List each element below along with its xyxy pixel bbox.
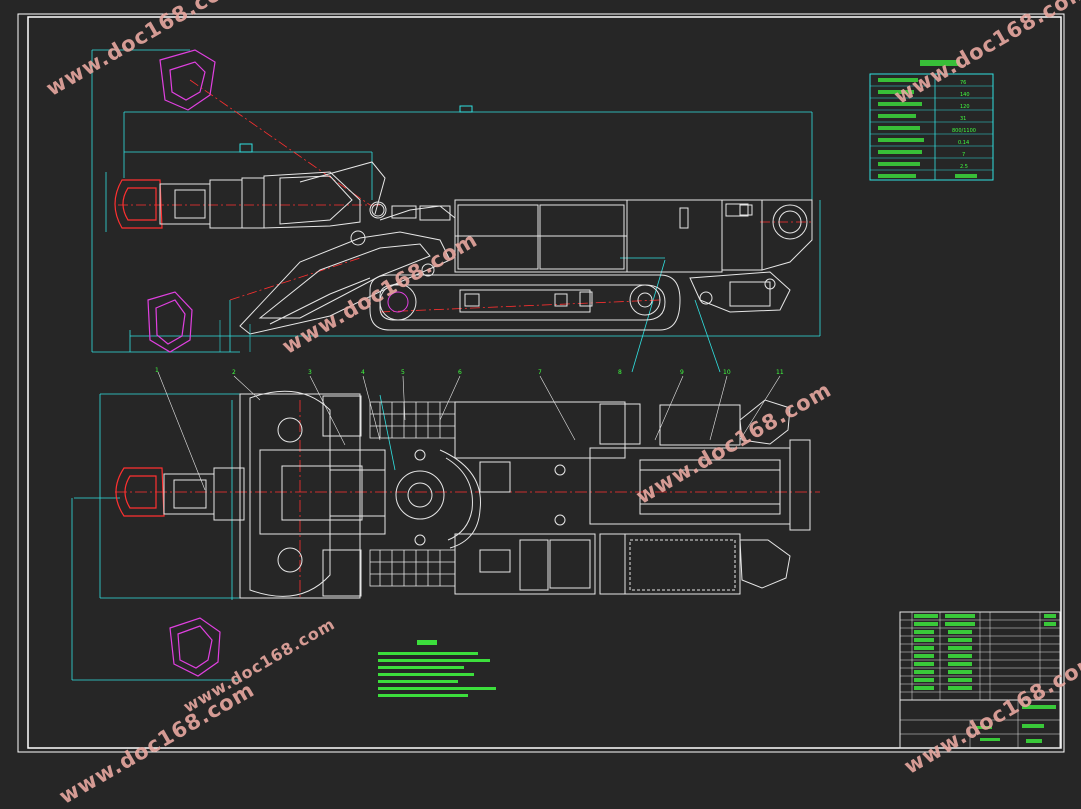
side-view [91, 49, 821, 373]
balloon-labels: 1 2 3 4 5 6 7 8 9 10 11 [155, 367, 784, 376]
technical-notes [378, 640, 496, 697]
param-value-8: 2.5 [960, 164, 968, 170]
svg-text:4: 4 [361, 369, 365, 376]
svg-text:7: 7 [538, 369, 542, 376]
svg-text:6: 6 [458, 369, 462, 376]
svg-text:11: 11 [776, 369, 784, 376]
svg-text:1: 1 [155, 367, 159, 374]
svg-text:10: 10 [723, 369, 731, 376]
param-value-5: 800/1100 [952, 128, 976, 134]
outer-frame [17, 13, 1065, 753]
svg-text:2: 2 [232, 369, 236, 376]
mechanical-drawing: 1 2 3 4 5 6 7 8 9 10 11 76 140 120 31 80… [17, 13, 1065, 753]
plan-view [71, 371, 820, 681]
svg-text:5: 5 [401, 369, 405, 376]
param-value-6: 0.14 [958, 140, 969, 146]
svg-text:3: 3 [308, 369, 312, 376]
param-value-1: 76 [960, 80, 966, 86]
svg-text:9: 9 [680, 369, 684, 376]
param-value-4: 31 [960, 116, 966, 122]
param-value-3: 120 [960, 104, 970, 110]
param-value-7: 7 [962, 152, 965, 158]
param-value-2: 140 [960, 92, 970, 98]
svg-text:8: 8 [618, 369, 622, 376]
